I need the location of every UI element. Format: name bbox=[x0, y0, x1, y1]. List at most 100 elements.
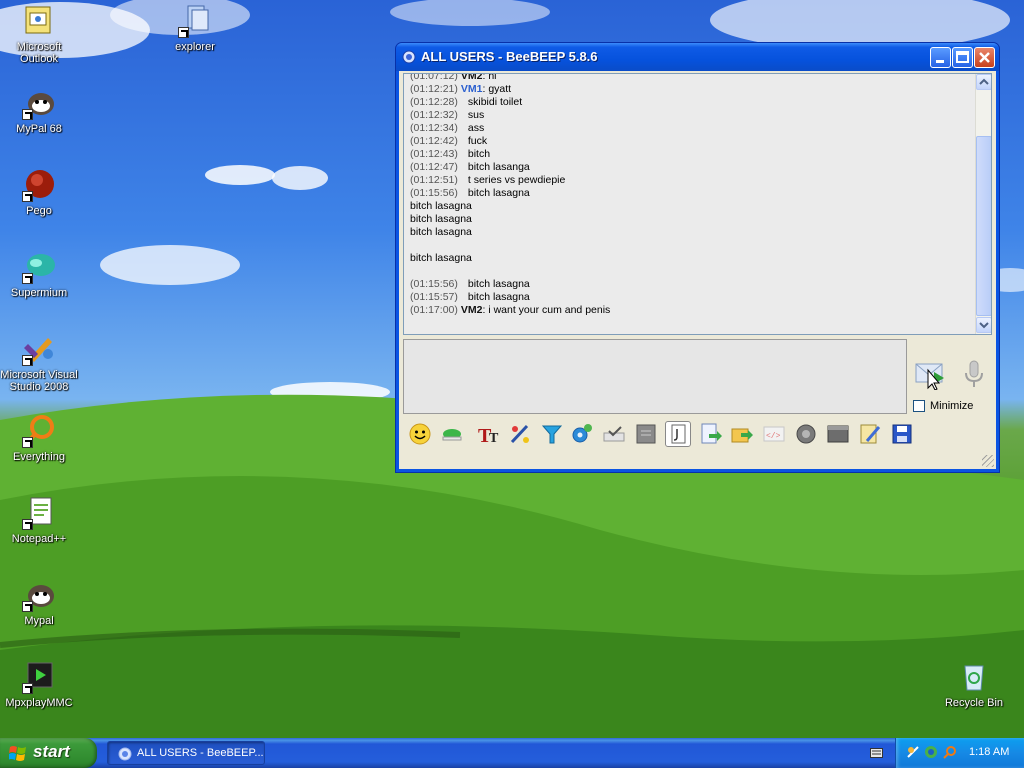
message-timestamp: (01:12:34) bbox=[410, 122, 458, 134]
file-send-button[interactable] bbox=[697, 421, 723, 447]
desktop-icon-label: Notepad++ bbox=[11, 533, 67, 545]
message-timestamp: (01:17:00) bbox=[410, 304, 458, 316]
settings-icon bbox=[572, 424, 592, 443]
system-tray: 1:18 AM bbox=[895, 738, 1024, 768]
chat-message: (01:15:56) bitch lasagna bbox=[410, 187, 530, 200]
chat-message: bitch lasagna bbox=[410, 200, 472, 213]
desktop-icon-label: explorer bbox=[175, 41, 215, 53]
desktop-icon-recycle-bin[interactable]: Recycle Bin bbox=[935, 660, 1013, 709]
tray-network-icon[interactable] bbox=[924, 745, 939, 760]
notes-button[interactable] bbox=[633, 421, 659, 447]
history-icon bbox=[827, 425, 849, 443]
edit-icon bbox=[860, 424, 881, 444]
save-button[interactable] bbox=[889, 421, 915, 447]
desktop-icon-outlook[interactable]: Microsoft Outlook bbox=[0, 4, 78, 65]
scroll-down-button[interactable] bbox=[976, 317, 991, 333]
resize-grip[interactable] bbox=[982, 455, 994, 467]
tray-app-icon[interactable] bbox=[906, 745, 921, 760]
desktop-icon-label: Recycle Bin bbox=[944, 697, 1004, 709]
chat-scrollbar[interactable] bbox=[975, 74, 991, 334]
desktop-icon-label: MpxplayMMC bbox=[5, 697, 73, 709]
chevron-down-icon bbox=[979, 322, 989, 329]
shortcut-arrow-icon bbox=[22, 355, 33, 366]
message-text: bitch lasagna bbox=[410, 226, 472, 238]
desktop-icon-notepadpp[interactable]: Notepad++ bbox=[0, 496, 78, 545]
desktop-icon-mpxplay[interactable]: MpxplayMMC bbox=[0, 660, 78, 709]
shortcut-arrow-icon bbox=[178, 27, 189, 38]
desktop-icon-label: Mypal bbox=[24, 615, 54, 627]
desktop-icon-label: Pego bbox=[26, 205, 52, 217]
svg-text:</>: </> bbox=[766, 432, 781, 441]
screenshot-button[interactable] bbox=[793, 421, 819, 447]
chat-message: (01:12:42) fuck bbox=[410, 135, 487, 148]
message-text: bitch lasanga bbox=[467, 161, 530, 173]
message-timestamp: (01:15:56) bbox=[410, 187, 458, 199]
close-icon bbox=[979, 52, 990, 63]
desktop-icon-label: Supermium bbox=[10, 287, 68, 299]
desktop-icon-mypal[interactable]: Mypal bbox=[0, 578, 78, 627]
filter-button[interactable] bbox=[539, 421, 565, 447]
message-text: bitch lasagna bbox=[410, 252, 472, 264]
desktop-icon-everything[interactable]: Everything bbox=[0, 414, 78, 463]
voice-message-button[interactable] bbox=[962, 359, 986, 391]
filter-icon bbox=[541, 425, 563, 444]
message-text: sus bbox=[467, 109, 485, 121]
keyboard-icon[interactable] bbox=[870, 748, 883, 758]
maximize-window-button[interactable] bbox=[952, 47, 973, 68]
beebeep-window: ALL USERS - BeeBEEP 5.8.6 (01:07:12) VM2:… bbox=[395, 42, 1000, 473]
chat-message: (01:12:32) sus bbox=[410, 109, 484, 122]
shortcut-arrow-icon bbox=[22, 601, 33, 612]
start-button[interactable]: start bbox=[0, 738, 97, 768]
chat-message: (01:12:47) bitch lasanga bbox=[410, 161, 530, 174]
color-icon bbox=[442, 429, 462, 441]
settings-button[interactable] bbox=[569, 421, 595, 447]
html-button[interactable]: </> bbox=[761, 421, 787, 447]
edit-button[interactable] bbox=[857, 421, 883, 447]
color-button[interactable] bbox=[439, 421, 465, 447]
notes-icon bbox=[636, 424, 656, 444]
message-timestamp: (01:15:57) bbox=[410, 291, 458, 303]
desktop-icon-mypal68[interactable]: MyPal 68 bbox=[0, 86, 78, 135]
chat-history[interactable]: (01:07:12) VM2: hi (01:12:21) VM1: gyatt (01… bbox=[403, 73, 992, 335]
chat-toolbar: TT </> bbox=[403, 419, 992, 449]
taskbar-clock: 1:18 AM bbox=[969, 746, 1010, 758]
shortcut-arrow-icon bbox=[22, 109, 33, 120]
minimize-window-button[interactable] bbox=[930, 47, 951, 68]
draw-button[interactable] bbox=[507, 421, 533, 447]
text-format-button[interactable]: TT bbox=[475, 421, 501, 447]
message-input[interactable] bbox=[403, 339, 907, 414]
message-text: skibidi toilet bbox=[467, 96, 523, 108]
folder-send-icon bbox=[731, 428, 753, 443]
desktop-icon-visual-studio[interactable]: Microsoft Visual Studio 2008 bbox=[0, 332, 78, 393]
desktop-icon-supermium[interactable]: Supermium bbox=[0, 250, 78, 299]
svg-text:T: T bbox=[489, 431, 499, 446]
desktop-icon-pego[interactable]: Pego bbox=[0, 168, 78, 217]
shortcut-arrow-icon bbox=[22, 273, 33, 284]
clipboard-button[interactable] bbox=[665, 421, 691, 447]
message-timestamp: (01:12:32) bbox=[410, 109, 458, 121]
minimize-icon bbox=[936, 60, 944, 63]
folder-send-button[interactable] bbox=[729, 421, 755, 447]
send-message-button[interactable] bbox=[914, 358, 948, 391]
desktop-icon-explorer[interactable]: explorer bbox=[156, 4, 234, 53]
file-send-icon bbox=[701, 423, 722, 444]
message-text: bitch lasagna bbox=[467, 278, 530, 290]
history-button[interactable] bbox=[825, 421, 851, 447]
chat-message: (01:12:28) skibidi toilet bbox=[410, 96, 522, 109]
minimize-checkbox[interactable] bbox=[913, 400, 925, 412]
shortcut-arrow-icon bbox=[22, 519, 33, 530]
emoticon-icon bbox=[409, 423, 431, 445]
scroll-up-button[interactable] bbox=[976, 74, 991, 90]
message-timestamp: (01:12:28) bbox=[410, 96, 458, 108]
message-sender: VM1 bbox=[460, 83, 483, 95]
taskbar-item-beebeep[interactable]: ALL USERS - BeeBEEP... bbox=[107, 741, 265, 765]
tray-search-icon[interactable] bbox=[942, 745, 957, 760]
window-titlebar[interactable]: ALL USERS - BeeBEEP 5.8.6 bbox=[396, 43, 999, 71]
emoticon-button[interactable] bbox=[407, 421, 433, 447]
chat-message: (01:12:51) t series vs pewdiepie bbox=[410, 174, 565, 187]
scroll-thumb[interactable] bbox=[976, 136, 991, 316]
spell-check-button[interactable] bbox=[601, 421, 627, 447]
spell-check-icon bbox=[603, 426, 625, 442]
close-window-button[interactable] bbox=[974, 47, 995, 68]
message-sender: VM2 bbox=[460, 304, 483, 316]
